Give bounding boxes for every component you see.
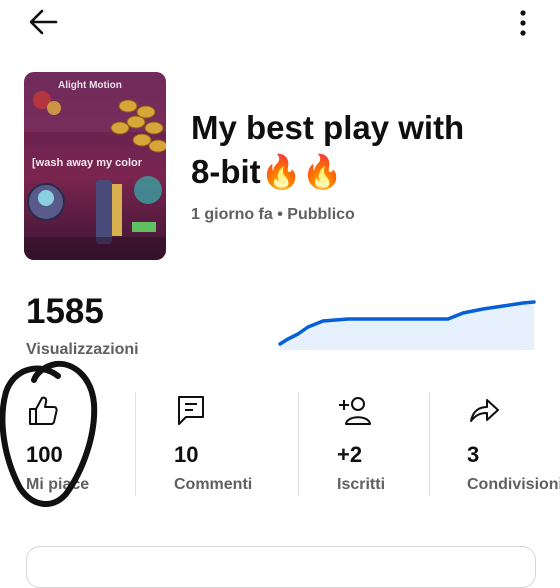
top-bar	[0, 0, 560, 46]
add-subscriber-icon	[339, 397, 371, 425]
video-title-line-2: 8-bit🔥🔥	[191, 153, 343, 190]
comment-icon	[178, 396, 204, 425]
views-label: Visualizzazioni	[26, 341, 139, 358]
thumbnail-watermark: Alight Motion	[58, 80, 122, 91]
comments-count: 10	[174, 442, 199, 467]
thumbnail-image: Alight Motion [wash away my color	[24, 72, 166, 260]
thumbs-up-icon	[29, 396, 58, 425]
views-trend-chart	[278, 300, 536, 350]
video-thumbnail[interactable]: Alight Motion [wash away my color	[24, 72, 166, 260]
views-count: 1585	[26, 292, 104, 331]
stat-divider	[135, 392, 136, 496]
more-vertical-icon	[520, 10, 526, 36]
subscribers-stat[interactable]: +2 Iscritti	[337, 392, 427, 496]
subscribers-count: +2	[337, 442, 363, 467]
arrow-left-icon	[29, 9, 58, 35]
back-button[interactable]	[28, 8, 60, 36]
thumbnail-caption: [wash away my color	[32, 157, 143, 169]
shares-stat[interactable]: 3 Condivisioni	[467, 392, 560, 496]
stat-divider	[429, 392, 430, 496]
comments-label: Commenti	[174, 476, 253, 493]
shares-count: 3	[467, 442, 480, 467]
shares-label: Condivisioni	[467, 476, 560, 493]
share-icon	[470, 399, 499, 422]
stat-divider	[298, 392, 299, 496]
bottom-card[interactable]	[26, 546, 536, 588]
subscribers-label: Iscritti	[337, 476, 386, 493]
likes-stat[interactable]: 100 Mi piace	[26, 392, 130, 496]
comments-stat[interactable]: 10 Commenti	[174, 392, 286, 496]
video-meta: 1 giorno fa • Pubblico	[191, 206, 355, 223]
more-options-button[interactable]	[510, 8, 536, 38]
video-title: My best play with 8-bit🔥🔥	[191, 106, 531, 194]
video-title-line-1: My best play with	[191, 109, 465, 146]
likes-label: Mi piace	[26, 476, 90, 493]
likes-count: 100	[26, 442, 63, 467]
